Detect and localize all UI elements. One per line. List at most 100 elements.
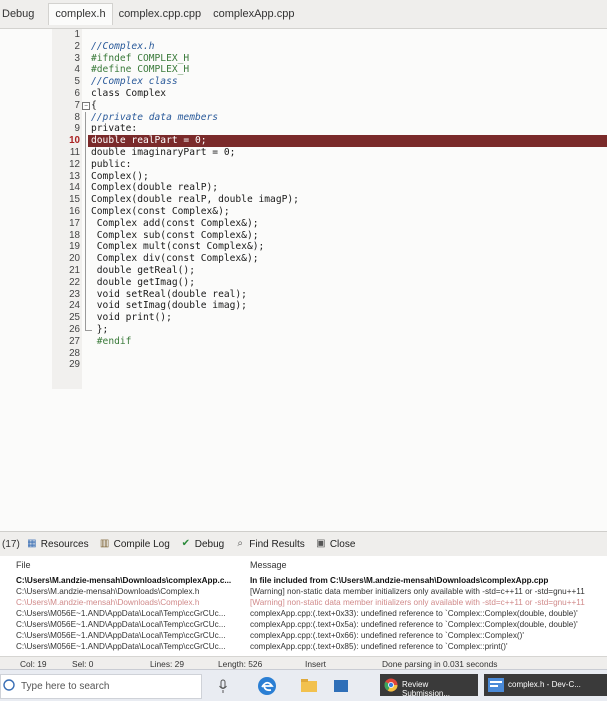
code-text: double imaginaryPart = 0;: [91, 146, 236, 158]
debug-menu[interactable]: Debug: [0, 8, 48, 20]
line-number[interactable]: 29: [52, 359, 80, 371]
line-number[interactable]: 7: [52, 100, 80, 112]
code-text: };: [91, 323, 109, 335]
checkmark-icon: ✔: [181, 538, 190, 549]
tab-debug[interactable]: ✔ Debug: [180, 538, 225, 550]
line-number[interactable]: 14: [52, 182, 80, 194]
tab-complex-cpp[interactable]: complex.cpp.cpp: [113, 4, 208, 25]
code-text: double getImag();: [91, 276, 195, 288]
line-number[interactable]: 20: [52, 253, 80, 265]
line-number[interactable]: 10: [52, 135, 80, 147]
line-number[interactable]: 8: [52, 112, 80, 124]
tab-compile-log[interactable]: ▥ Compile Log: [99, 538, 170, 550]
code-line[interactable]: 17 Complex add(const Complex&);: [0, 217, 607, 230]
line-number[interactable]: 9: [52, 123, 80, 135]
message-row[interactable]: C:\Users\M.andzie-mensah\Downloads\Compl…: [0, 587, 607, 597]
message-row[interactable]: C:\Users\M056E~1.AND\AppData\Local\Temp\…: [0, 642, 607, 652]
tab-complexapp-cpp[interactable]: complexApp.cpp: [207, 4, 300, 25]
tab-find-results[interactable]: ⌕ Find Results: [234, 538, 304, 550]
code-line[interactable]: 16 Complex(const Complex&);: [0, 205, 607, 218]
code-line[interactable]: 9 private:: [0, 123, 607, 136]
code-line[interactable]: 24 void setImag(double imag);: [0, 300, 607, 313]
code-line[interactable]: 15 Complex(double realP, double imagP);: [0, 194, 607, 207]
message-file: C:\Users\M056E~1.AND\AppData\Local\Temp\…: [16, 631, 226, 640]
tab-debug-label: Debug: [194, 538, 225, 550]
line-number[interactable]: 26: [52, 324, 80, 336]
message-text: [Warning] non-static data member initial…: [250, 587, 585, 596]
message-row[interactable]: C:\Users\M056E~1.AND\AppData\Local\Temp\…: [0, 609, 607, 619]
line-number[interactable]: 4: [52, 64, 80, 76]
code-line[interactable]: 5 //Complex class: [0, 76, 607, 88]
tab-complex-h[interactable]: complex.h: [48, 3, 113, 25]
code-line[interactable]: 13 Complex();: [0, 170, 607, 183]
edge-browser-icon[interactable]: [256, 675, 278, 697]
line-number[interactable]: 24: [52, 300, 80, 312]
windows-taskbar: Type here to search Review Submission...…: [0, 669, 607, 701]
line-number[interactable]: 11: [52, 147, 80, 159]
message-row[interactable]: C:\Users\M.andzie-mensah\Downloads\compl…: [0, 576, 607, 586]
code-line[interactable]: 22 double getImag();: [0, 276, 607, 289]
message-row[interactable]: C:\Users\M056E~1.AND\AppData\Local\Temp\…: [0, 631, 607, 641]
line-number[interactable]: 21: [52, 265, 80, 277]
fold-guide-line: [85, 158, 86, 171]
code-line[interactable]: 26 };: [0, 323, 607, 336]
code-line[interactable]: 11 double imaginaryPart = 0;: [0, 146, 607, 159]
line-number[interactable]: 25: [52, 312, 80, 324]
line-number[interactable]: 13: [52, 171, 80, 183]
message-row[interactable]: C:\Users\M056E~1.AND\AppData\Local\Temp\…: [0, 620, 607, 630]
message-row[interactable]: C:\Users\M.andzie-mensah\Downloads\Compl…: [0, 598, 607, 608]
line-number[interactable]: 3: [52, 53, 80, 65]
code-line[interactable]: 19 Complex mult(const Complex&);: [0, 241, 607, 254]
chrome-taskbar-button[interactable]: Review Submission...: [380, 674, 478, 698]
column-file-header[interactable]: File: [16, 560, 31, 570]
code-line[interactable]: 1: [0, 29, 607, 41]
bottom-panel-tabs: (17) ▦ Resources ▥ Compile Log ✔ Debug ⌕…: [0, 531, 607, 557]
line-number[interactable]: 16: [52, 206, 80, 218]
code-text: Complex(double realP, double imagP);: [91, 194, 299, 206]
code-line[interactable]: 12 public:: [0, 158, 607, 171]
line-number[interactable]: 23: [52, 289, 80, 301]
line-number[interactable]: 22: [52, 277, 80, 289]
code-line[interactable]: 27 #endif: [0, 336, 607, 348]
code-line[interactable]: 20 Complex div(const Complex&);: [0, 253, 607, 266]
line-number[interactable]: 17: [52, 218, 80, 230]
code-line[interactable]: 14 Complex(double realP);: [0, 182, 607, 195]
code-line[interactable]: 3 #ifndef COMPLEX_H: [0, 53, 607, 65]
line-number[interactable]: 19: [52, 241, 80, 253]
code-lines[interactable]: 1 2 //Complex.h 3 #ifndef COMPLEX_H 4 #define …: [0, 29, 607, 371]
code-line[interactable]: 6 class Complex: [0, 88, 607, 100]
code-line[interactable]: 4 #define COMPLEX_H: [0, 64, 607, 76]
code-line[interactable]: 18 Complex sub(const Complex&);: [0, 229, 607, 242]
fold-toggle-icon[interactable]: −: [82, 101, 90, 110]
line-number[interactable]: 1: [52, 29, 80, 41]
line-number[interactable]: 2: [52, 41, 80, 53]
line-number[interactable]: 28: [52, 348, 80, 360]
column-message-header[interactable]: Message: [250, 560, 287, 570]
code-line[interactable]: 7−{: [0, 100, 607, 112]
code-line[interactable]: 25 void print();: [0, 312, 607, 325]
code-line[interactable]: 8 //private data members: [0, 111, 607, 124]
file-explorer-icon[interactable]: [298, 675, 320, 697]
devcpp-taskbar-button[interactable]: complex.h - Dev-C...: [484, 674, 607, 696]
fold-guide-line: [85, 170, 86, 183]
code-line[interactable]: 21 double getReal();: [0, 264, 607, 277]
taskbar-search-input[interactable]: Type here to search: [0, 674, 202, 699]
code-line[interactable]: 2 //Complex.h: [0, 41, 607, 53]
line-number[interactable]: 15: [52, 194, 80, 206]
code-line[interactable]: 10 double realPart = 0;: [0, 135, 607, 148]
line-number[interactable]: 5: [52, 76, 80, 88]
code-line[interactable]: 23 void setReal(double real);: [0, 288, 607, 301]
microphone-icon[interactable]: [218, 675, 228, 697]
tab-close[interactable]: ▣ Close: [315, 538, 355, 550]
line-number[interactable]: 6: [52, 88, 80, 100]
code-line[interactable]: 29: [0, 359, 607, 371]
compile-log-icon: ▥: [99, 538, 110, 549]
line-number[interactable]: 12: [52, 159, 80, 171]
store-app-icon[interactable]: [330, 675, 352, 697]
tab-resources[interactable]: ▦ Resources: [26, 538, 89, 550]
compiler-messages[interactable]: File Message C:\Users\M.andzie-mensah\Do…: [0, 556, 607, 656]
line-number[interactable]: 18: [52, 230, 80, 242]
code-line[interactable]: 28: [0, 348, 607, 360]
line-number[interactable]: 27: [52, 336, 80, 348]
code-editor[interactable]: 1 2 //Complex.h 3 #ifndef COMPLEX_H 4 #define …: [0, 29, 607, 531]
